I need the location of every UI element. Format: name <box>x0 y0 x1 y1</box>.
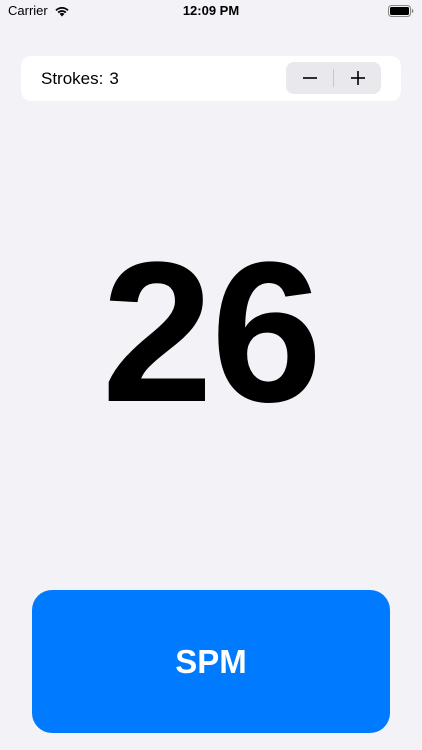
status-bar: Carrier 12:09 PM <box>0 0 422 24</box>
spm-readout: 26 <box>101 221 322 444</box>
minus-icon <box>302 77 317 79</box>
status-time: 12:09 PM <box>182 3 240 18</box>
strokes-stepper <box>286 62 381 94</box>
spm-button[interactable]: SPM <box>32 590 390 733</box>
increment-button[interactable] <box>334 62 381 94</box>
plus-icon <box>350 71 365 85</box>
strokes-card: Strokes: 3 <box>21 56 401 101</box>
strokes-value: 3 <box>109 69 119 88</box>
battery-icon <box>388 5 414 17</box>
strokes-row: Strokes: 3 <box>41 69 119 89</box>
strokes-label: Strokes: <box>41 69 104 88</box>
decrement-button[interactable] <box>286 62 333 94</box>
